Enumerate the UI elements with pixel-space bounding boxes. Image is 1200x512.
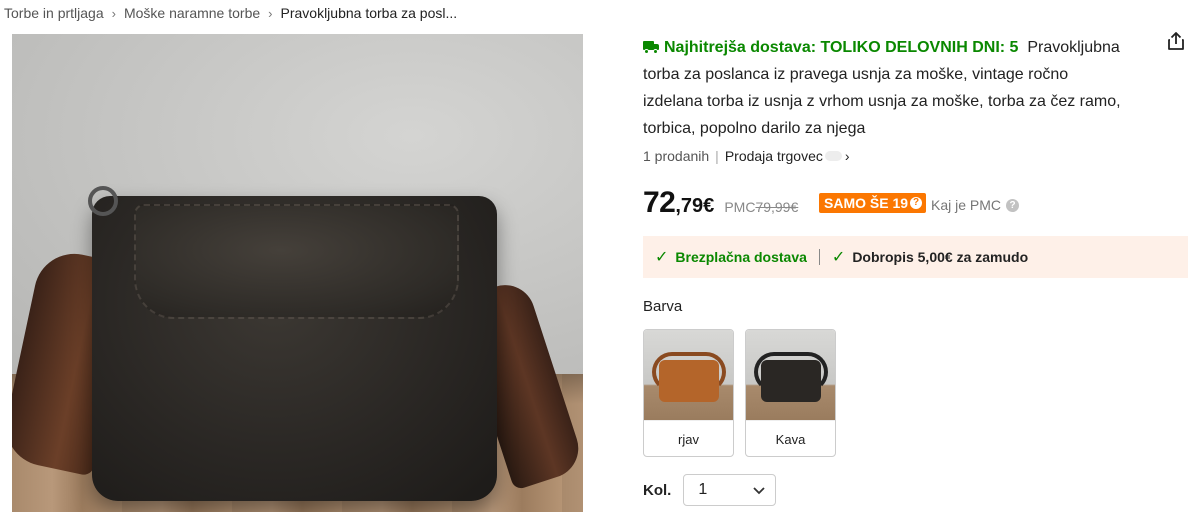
- product-details: Najhitrejša dostava: TOLIKO DELOVNIH DNI…: [643, 34, 1188, 142]
- chevron-right-icon: ›: [844, 148, 850, 164]
- stock-badge-text: SAMO ŠE 19: [824, 195, 909, 211]
- color-option-rjav[interactable]: rjav: [643, 329, 734, 457]
- quantity-label: Kol.: [643, 481, 672, 499]
- pmc-value: 79,99€: [755, 199, 799, 215]
- pmc-label: PMC: [724, 199, 756, 215]
- bag-flap: [134, 204, 459, 319]
- price-integer: 72: [643, 186, 676, 219]
- seller-link[interactable]: Prodaja trgovec ›: [725, 148, 850, 164]
- product-title: Najhitrejša dostava: TOLIKO DELOVNIH DNI…: [643, 34, 1123, 142]
- pmc-help-text: Kaj je PMC: [931, 197, 1002, 213]
- color-option-kava[interactable]: Kava: [745, 329, 836, 457]
- product-image[interactable]: [12, 34, 583, 512]
- seller-label: Prodaja trgovec: [724, 148, 823, 164]
- quantity-row: Kol. 1: [643, 474, 777, 506]
- credit-text: Dobropis 5,00€ za zamudo: [852, 249, 1029, 265]
- quantity-value: 1: [698, 481, 708, 498]
- breadcrumb-separator: ›: [111, 5, 116, 21]
- breadcrumb: Torbe in prtljaga › Moške naramne torbe …: [4, 4, 457, 22]
- color-option-label: rjav: [644, 420, 733, 456]
- truck-icon: [643, 41, 659, 54]
- breadcrumb-item-mens-shoulder-bags[interactable]: Moške naramne torbe: [124, 5, 260, 21]
- check-icon: ✓: [831, 249, 846, 266]
- breadcrumb-separator: ›: [268, 5, 273, 21]
- price-row: 72 ,79€ PMC 79,99€: [643, 186, 798, 220]
- color-option-label: Kava: [746, 420, 835, 456]
- question-icon: ?: [1006, 198, 1020, 212]
- seller-row: 1 prodanih | Prodaja trgovec ›: [643, 148, 850, 164]
- breadcrumb-item-current: Pravokljubna torba za posl...: [280, 5, 458, 21]
- free-shipping-text: Brezplačna dostava: [675, 249, 807, 265]
- quantity-select[interactable]: 1: [683, 474, 777, 506]
- pmc-help-link[interactable]: Kaj je PMC ?: [931, 197, 1020, 213]
- chevron-down-icon: [753, 482, 765, 498]
- breadcrumb-item-bags[interactable]: Torbe in prtljaga: [4, 5, 104, 21]
- stock-badge[interactable]: SAMO ŠE 19 ?: [819, 193, 927, 213]
- sold-count: 1 prodanih: [643, 148, 710, 164]
- question-icon: ?: [910, 197, 923, 209]
- swatch-image: [746, 330, 835, 420]
- promo-box[interactable]: ✓ Brezplačna dostava ✓ Dobropis 5,00€ za…: [643, 236, 1188, 278]
- divider: [818, 249, 820, 265]
- fast-delivery-label: Najhitrejša dostava: TOLIKO DELOVNIH DNI…: [664, 39, 1019, 56]
- seller-badge-icon: [824, 151, 842, 161]
- mini-bag: [659, 360, 719, 402]
- price-decimal: ,79€: [675, 195, 715, 217]
- mini-bag: [761, 360, 821, 402]
- swatch-image: [644, 330, 733, 420]
- bag-ring: [88, 186, 118, 216]
- color-label: Barva: [643, 298, 683, 315]
- check-icon: ✓: [655, 249, 669, 266]
